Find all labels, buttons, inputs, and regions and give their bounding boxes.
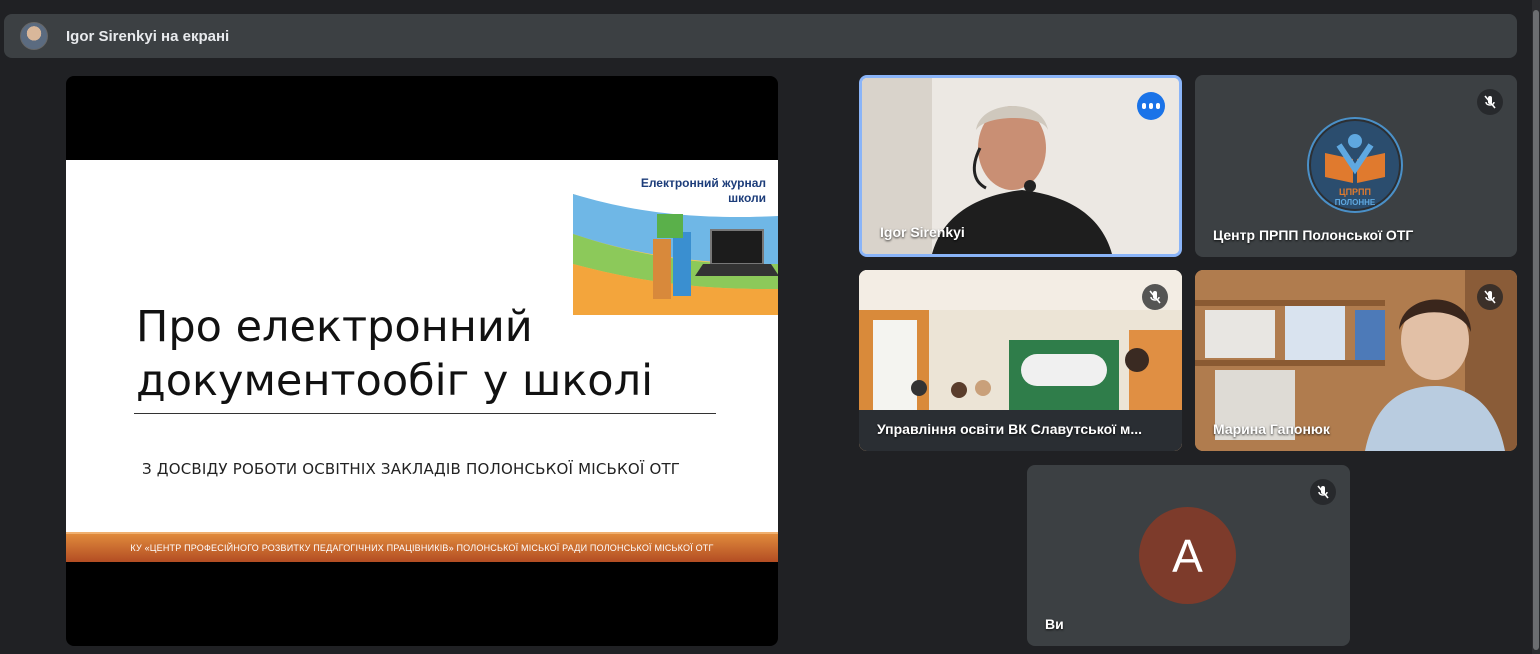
slide-subtitle: З ДОСВІДУ РОБОТИ ОСВІТНІХ ЗАКЛАДІВ ПОЛОН… [142,460,681,478]
slide-heading-line1: Про електронний [136,302,533,352]
participant-name: Igor Sirenkyi [880,224,965,240]
screen-share: Електронний журнал школи Про електронний… [66,76,778,646]
mic-off-icon [1477,284,1503,310]
svg-text:ПОЛОННЕ: ПОЛОННЕ [1335,198,1376,207]
org-logo: ЦПРПП ПОЛОННЕ [1307,117,1403,213]
participant-name: Центр ПРПП Полонської ОТГ [1213,227,1414,243]
org-logo-graphic: ЦПРПП ПОЛОННЕ [1311,121,1399,209]
participant-tile-education[interactable]: Управління освіти ВК Славутської м... [859,270,1182,451]
presenter-bar: Igor Sirenkyi на екрані [4,14,1517,58]
presenter-avatar [20,22,48,50]
slide-divider [134,413,716,414]
logo-title-line1: Електронний журнал [640,176,766,190]
mic-off-icon [1142,284,1168,310]
participant-name: Марина Гапонюк [1213,421,1330,437]
slide-footer: КУ «ЦЕНТР ПРОФЕСІЙНОГО РОЗВИТКУ ПЕДАГОГІ… [66,532,778,562]
slide-heading: Про електронний документообіг у школі [136,300,653,408]
participant-name: Управління освіти ВК Славутської м... [877,421,1142,437]
slide-footer-text: КУ «ЦЕНТР ПРОФЕСІЙНОГО РОЗВИТКУ ПЕДАГОГІ… [130,543,714,553]
participant-name: Ви [1045,616,1064,632]
mic-off-icon [1477,89,1503,115]
participant-tile-center[interactable]: ЦПРПП ПОЛОННЕ Центр ПРПП Полонської ОТГ [1195,75,1517,257]
participant-tile-maryna[interactable]: Марина Гапонюк [1195,270,1517,451]
svg-text:ЦПРПП: ЦПРПП [1339,187,1371,197]
presenter-title: Igor Sirenkyi на екрані [66,27,230,45]
scrollbar-thumb[interactable] [1533,10,1539,650]
slide-heading-line2: документообіг у школі [136,356,654,406]
journal-illustration [573,194,778,315]
participant-tile-igor[interactable]: Igor Sirenkyi [859,75,1182,257]
participant-tile-self[interactable]: A Ви [1027,465,1350,646]
mic-off-icon [1310,479,1336,505]
slide: Електронний журнал школи Про електронний… [66,160,778,562]
slide-logo: Електронний журнал школи [573,160,778,315]
avatar: A [1139,507,1236,604]
speaking-indicator-icon [1137,92,1165,120]
